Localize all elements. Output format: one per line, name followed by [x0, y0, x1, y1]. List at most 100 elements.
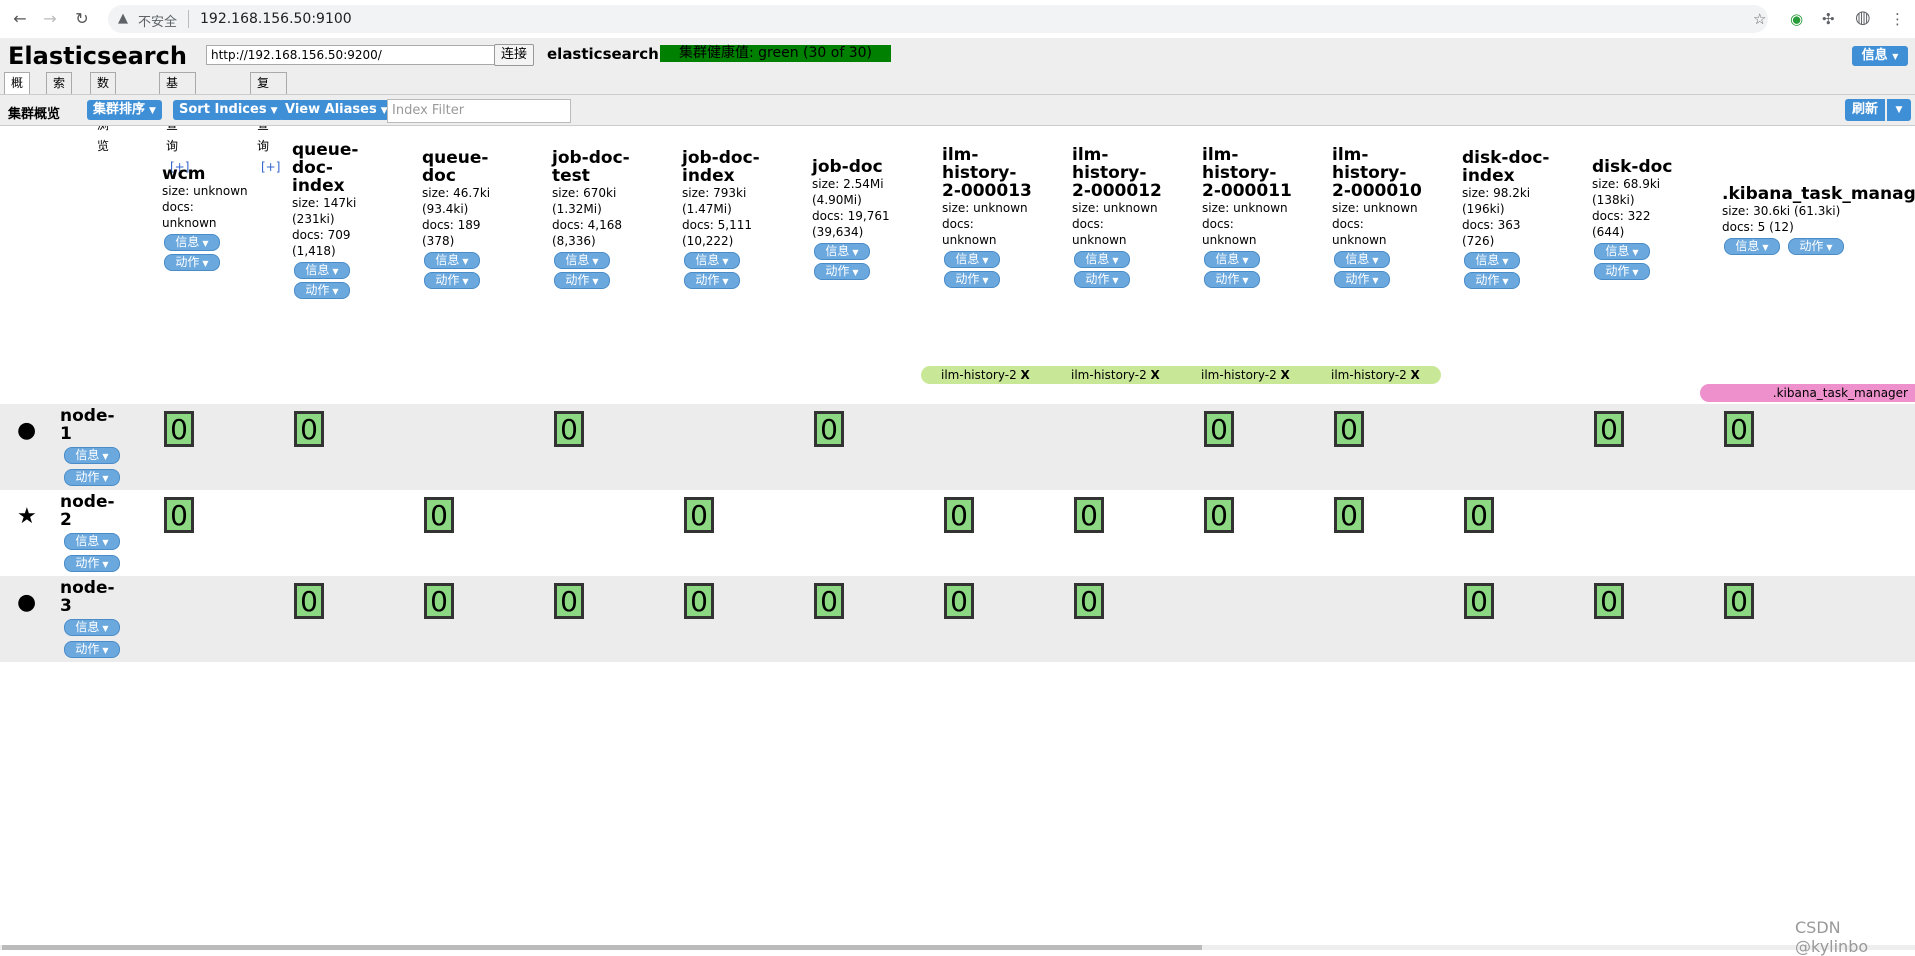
shard[interactable]: 0 — [814, 583, 844, 619]
shard[interactable]: 0 — [1204, 497, 1234, 533]
profile-icon[interactable]: ◍ — [1855, 7, 1871, 28]
index-name[interactable]: ilm- history- 2-000010 — [1332, 146, 1457, 200]
index-name[interactable]: queue- doc- index — [292, 141, 417, 195]
index-info-button[interactable]: 信息 ▼ — [554, 252, 610, 269]
tab-basic-query[interactable]: 基本查询[+] — [159, 72, 197, 174]
shard[interactable]: 0 — [944, 583, 974, 619]
shard[interactable]: 0 — [1464, 497, 1494, 533]
extension-badge-icon[interactable]: ◉ — [1790, 10, 1803, 28]
node-action-button[interactable]: 动作 ▼ — [64, 469, 120, 486]
index-info-button[interactable]: 信息 ▼ — [1724, 238, 1780, 255]
close-icon[interactable]: X — [1151, 368, 1160, 382]
index-info-button[interactable]: 信息 ▼ — [1074, 251, 1130, 268]
browser-menu-icon[interactable]: ⋮ — [1890, 10, 1905, 28]
index-name[interactable]: job-doc — [812, 158, 937, 176]
index-action-button[interactable]: 动作 ▼ — [294, 282, 350, 299]
shard[interactable]: 0 — [1334, 411, 1364, 447]
alias-bar-kibana[interactable]: .kibana_task_manager — [1700, 384, 1915, 402]
index-name[interactable]: .kibana_task_manager — [1722, 185, 1915, 203]
shard[interactable]: 0 — [1724, 583, 1754, 619]
shard[interactable]: 0 — [684, 497, 714, 533]
index-action-button[interactable]: 动作 ▼ — [1074, 271, 1130, 288]
shard[interactable]: 0 — [554, 583, 584, 619]
shard[interactable]: 0 — [1334, 497, 1364, 533]
close-icon[interactable]: X — [1411, 368, 1420, 382]
shard[interactable]: 0 — [1074, 583, 1104, 619]
shard[interactable]: 0 — [1594, 583, 1624, 619]
connect-button[interactable]: 连接 — [494, 44, 535, 66]
address-bar[interactable]: ▲ 不安全 192.168.156.50:9100 ☆ — [108, 5, 1768, 33]
view-aliases-button[interactable]: View Aliases ▼ — [279, 100, 394, 120]
index-info-button[interactable]: 信息 ▼ — [424, 252, 480, 269]
shard[interactable]: 0 — [554, 411, 584, 447]
shard[interactable]: 0 — [164, 497, 194, 533]
index-action-button[interactable]: 动作 ▼ — [1594, 263, 1650, 280]
index-name[interactable]: ilm- history- 2-000013 — [942, 146, 1067, 200]
shard[interactable]: 0 — [164, 411, 194, 447]
index-action-button[interactable]: 动作 ▼ — [554, 272, 610, 289]
index-action-button[interactable]: 动作 ▼ — [164, 254, 220, 271]
index-info-button[interactable]: 信息 ▼ — [814, 243, 870, 260]
node-info-button[interactable]: 信息 ▼ — [64, 533, 120, 550]
node-info-button[interactable]: 信息 ▼ — [64, 447, 120, 464]
index-name[interactable]: ilm- history- 2-000012 — [1072, 146, 1197, 200]
index-info-button[interactable]: 信息 ▼ — [1334, 251, 1390, 268]
extensions-icon[interactable]: ✣ — [1822, 10, 1835, 28]
alias-label[interactable]: ilm-history-2 X — [1311, 366, 1441, 384]
tab-overview[interactable]: 概览 — [4, 72, 31, 111]
index-name[interactable]: ilm- history- 2-000011 — [1202, 146, 1327, 200]
node-name[interactable]: node- 1 — [60, 407, 115, 443]
refresh-options-button[interactable]: ▼ — [1887, 99, 1911, 121]
shard[interactable]: 0 — [1594, 411, 1624, 447]
index-action-button[interactable]: 动作 ▼ — [424, 272, 480, 289]
index-action-button[interactable]: 动作 ▼ — [1464, 272, 1520, 289]
index-info-button[interactable]: 信息 ▼ — [944, 251, 1000, 268]
shard[interactable]: 0 — [684, 583, 714, 619]
node-action-button[interactable]: 动作 ▼ — [64, 555, 120, 572]
shard[interactable]: 0 — [1464, 583, 1494, 619]
close-icon[interactable]: X — [1021, 368, 1030, 382]
shard[interactable]: 0 — [294, 411, 324, 447]
shard[interactable]: 0 — [944, 497, 974, 533]
reload-icon[interactable]: ↻ — [72, 9, 92, 29]
index-action-button[interactable]: 动作 ▼ — [814, 263, 870, 280]
index-info-button[interactable]: 信息 ▼ — [164, 234, 220, 251]
shard[interactable]: 0 — [814, 411, 844, 447]
index-info-button[interactable]: 信息 ▼ — [1204, 251, 1260, 268]
tab-indices[interactable]: 索引 — [46, 72, 73, 111]
tab-browser[interactable]: 数据浏览 — [90, 72, 117, 153]
sort-indices-button[interactable]: Sort Indices ▼ — [173, 100, 284, 120]
index-action-button[interactable]: 动作 ▼ — [944, 271, 1000, 288]
shard[interactable]: 0 — [424, 583, 454, 619]
index-filter-input[interactable]: Index Filter — [387, 99, 571, 123]
alias-label[interactable]: ilm-history-2 X — [1051, 366, 1181, 384]
back-icon[interactable]: ← — [10, 9, 30, 29]
index-name[interactable]: disk-doc- index — [1462, 149, 1587, 185]
shard[interactable]: 0 — [294, 583, 324, 619]
connect-url-input[interactable]: http://192.168.156.50:9200/ — [206, 45, 501, 65]
refresh-button[interactable]: 刷新 — [1845, 99, 1885, 121]
index-name[interactable]: wcm — [162, 165, 287, 183]
bookmark-star-icon[interactable]: ☆ — [1753, 10, 1766, 28]
index-info-button[interactable]: 信息 ▼ — [294, 262, 350, 279]
forward-icon[interactable]: → — [40, 9, 60, 29]
index-action-button[interactable]: 动作 ▼ — [1204, 271, 1260, 288]
shard[interactable]: 0 — [424, 497, 454, 533]
shard[interactable]: 0 — [1724, 411, 1754, 447]
index-name[interactable]: queue- doc — [422, 149, 547, 185]
shard[interactable]: 0 — [1204, 411, 1234, 447]
horizontal-scrollbar[interactable] — [0, 945, 1915, 950]
address-url[interactable]: 192.168.156.50:9100 — [200, 11, 352, 27]
index-name[interactable]: job-doc- test — [552, 149, 677, 185]
index-action-button[interactable]: 动作 ▼ — [684, 272, 740, 289]
index-name[interactable]: job-doc- index — [682, 149, 807, 185]
alias-label[interactable]: ilm-history-2 X — [921, 366, 1051, 384]
index-action-button[interactable]: 动作 ▼ — [1788, 238, 1844, 255]
index-name[interactable]: disk-doc — [1592, 158, 1717, 176]
index-info-button[interactable]: 信息 ▼ — [1464, 252, 1520, 269]
index-action-button[interactable]: 动作 ▼ — [1334, 271, 1390, 288]
node-info-button[interactable]: 信息 ▼ — [64, 619, 120, 636]
node-name[interactable]: node- 3 — [60, 579, 115, 615]
close-icon[interactable]: X — [1281, 368, 1290, 382]
node-action-button[interactable]: 动作 ▼ — [64, 641, 120, 658]
